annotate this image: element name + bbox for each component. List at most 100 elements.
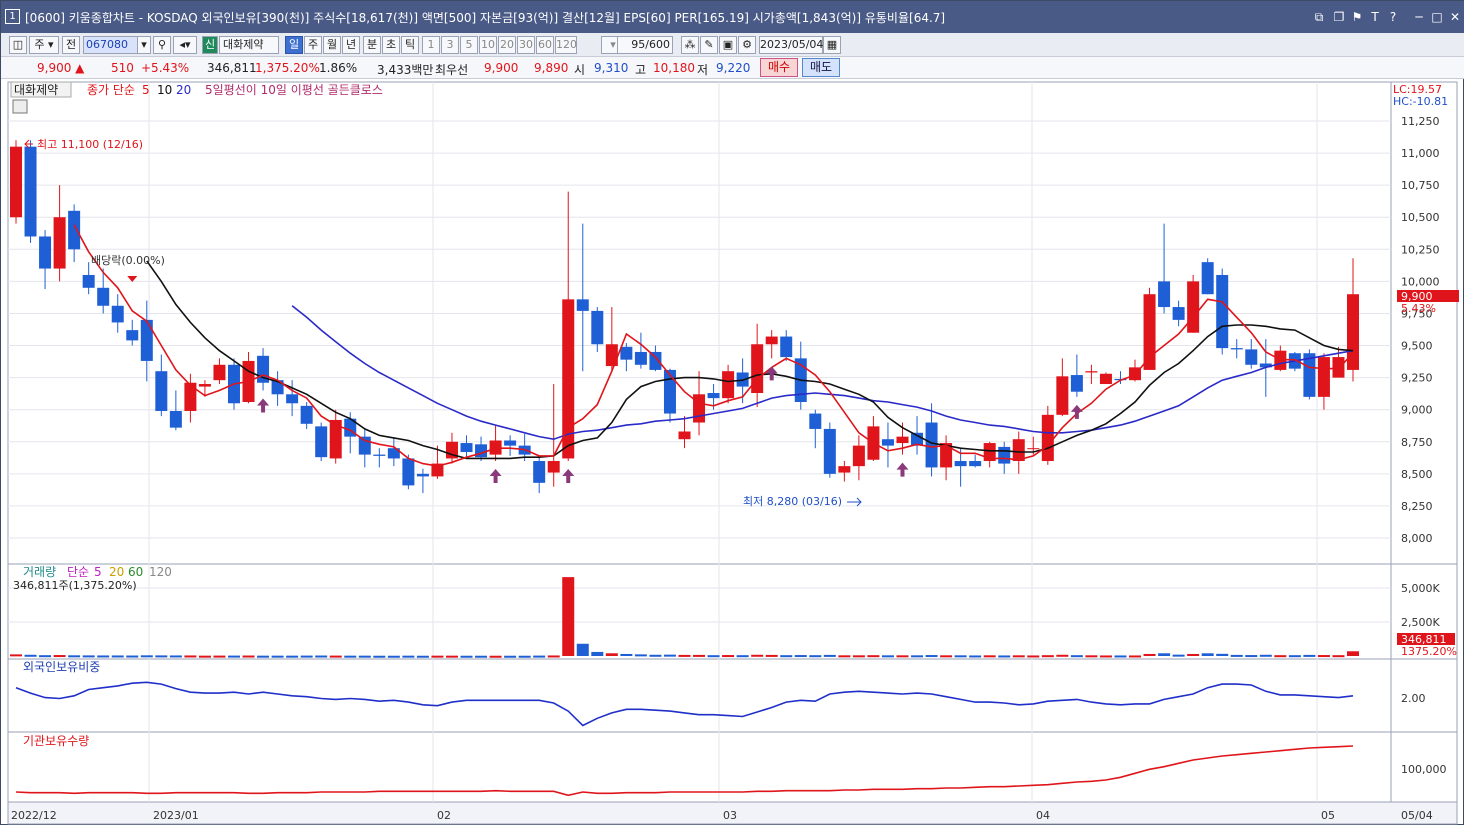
- candle-body: [896, 436, 909, 444]
- table-toggle-icon[interactable]: [12, 99, 28, 114]
- ma-legend-20: 20: [176, 83, 191, 97]
- volume-ma-20: 20: [109, 565, 124, 579]
- volume-bar: [1143, 653, 1156, 656]
- min-60[interactable]: 60: [536, 36, 554, 54]
- volume-bar: [475, 655, 488, 658]
- best-ask: 9,900: [484, 61, 519, 75]
- volume-bar: [1347, 651, 1359, 656]
- tools-icon[interactable]: ✎: [700, 36, 718, 54]
- volume-bar: [867, 655, 880, 658]
- copy-icon[interactable]: ❐: [1331, 9, 1347, 25]
- tab-week[interactable]: 주: [304, 36, 322, 54]
- min-20[interactable]: 20: [498, 36, 516, 54]
- volume-bar: [649, 654, 662, 657]
- candle-body: [184, 382, 197, 411]
- volume-bar: [954, 655, 967, 658]
- current-pct-tag: 5.43%: [1401, 302, 1436, 315]
- volume-bar: [533, 655, 546, 658]
- drop-note: 배당락(0.00%): [91, 254, 165, 267]
- candle-body: [68, 210, 81, 250]
- volume-bar: [300, 655, 313, 658]
- volume-bar: [1027, 655, 1040, 658]
- candle-body: [1012, 439, 1025, 462]
- link-icon[interactable]: ⧉: [1311, 9, 1327, 25]
- search-icon[interactable]: ⚲: [153, 36, 171, 54]
- x-label-03: 03: [723, 809, 737, 822]
- tab-month[interactable]: 월: [323, 36, 341, 54]
- volume-bar: [1099, 655, 1112, 658]
- min-5[interactable]: 5: [460, 36, 478, 54]
- buy-button[interactable]: 매수: [760, 58, 798, 77]
- help-icon[interactable]: ?: [1385, 9, 1401, 25]
- tab-minute[interactable]: 분: [363, 36, 381, 54]
- close-icon[interactable]: ✕: [1447, 9, 1463, 25]
- volume-bar: [198, 655, 211, 658]
- stock-tag[interactable]: 대화제약: [14, 82, 58, 97]
- settings-icon[interactable]: ⚙: [738, 36, 756, 54]
- volume-bar: [387, 655, 400, 658]
- price-change: 510: [111, 61, 134, 75]
- pin-icon[interactable]: ⚑: [1349, 9, 1365, 25]
- sell-button[interactable]: 매도: [802, 58, 840, 77]
- volume-bar: [969, 655, 982, 658]
- x-label-2022-12: 2022/12: [11, 809, 57, 822]
- trade-amount: 3,433백만: [377, 63, 434, 77]
- x-label-right: 05/04: [1401, 809, 1433, 822]
- volume-bar: [445, 655, 458, 658]
- min-10[interactable]: 10: [479, 36, 497, 54]
- layout-icon[interactable]: ◫: [9, 36, 27, 54]
- tab-year[interactable]: 년: [342, 36, 360, 54]
- multi-chart-icon[interactable]: ⁂: [681, 36, 699, 54]
- volume-bar: [126, 655, 139, 658]
- window-title: [0600] 키움종합차트 - KOSDAQ 외국인보유[390(천)] 주식수…: [25, 11, 946, 25]
- volume-bar: [765, 654, 778, 657]
- chart-area[interactable]: 11,25011,00010,75010,50010,25010,0009,75…: [1, 80, 1464, 826]
- volume-bar: [881, 655, 894, 658]
- count-field[interactable]: 95/600: [617, 36, 673, 54]
- high-note: 최고 11,100 (12/16): [37, 138, 143, 151]
- code-input[interactable]: 067080: [83, 36, 139, 54]
- candle-body: [722, 371, 735, 399]
- code-dropdown-icon[interactable]: ▾: [137, 36, 151, 54]
- candle-body: [1085, 371, 1098, 373]
- tab-day[interactable]: 일: [285, 36, 303, 54]
- window-number[interactable]: 1: [5, 9, 20, 24]
- candle-body: [155, 371, 168, 411]
- turnover-rate: 1.86%: [319, 61, 358, 75]
- volume-bar: [722, 655, 735, 658]
- volume-bar: [1245, 655, 1258, 658]
- text-icon[interactable]: T: [1367, 9, 1383, 25]
- ma-legend-5: 5: [142, 83, 150, 97]
- candle-body: [1216, 274, 1229, 349]
- volume-pct-tag: 1375.20%: [1401, 645, 1457, 658]
- min-3[interactable]: 3: [441, 36, 459, 54]
- candle-body: [693, 394, 706, 423]
- volume-bar: [286, 655, 299, 658]
- min-30[interactable]: 30: [517, 36, 535, 54]
- low-note: 최저 8,280 (03/16): [743, 495, 842, 508]
- tab-second[interactable]: 초: [382, 36, 400, 54]
- stock-name-field[interactable]: 대화제약: [219, 36, 279, 54]
- volume-bar: [1332, 655, 1345, 658]
- calendar-icon[interactable]: ▦: [823, 36, 841, 54]
- tab-tick[interactable]: 틱: [401, 36, 419, 54]
- volume-bar: [431, 655, 444, 658]
- low-price: 9,220: [716, 61, 751, 75]
- maximize-icon[interactable]: □: [1429, 9, 1445, 25]
- period-select[interactable]: 주 ▾: [29, 36, 59, 54]
- min-120[interactable]: 120: [555, 36, 577, 54]
- volume-bar: [53, 655, 66, 658]
- min-1[interactable]: 1: [422, 36, 440, 54]
- date-field[interactable]: 2023/05/04: [759, 36, 823, 54]
- volume-bar: [663, 654, 676, 657]
- price-y-tick: 10,500: [1401, 211, 1440, 224]
- candle-body: [634, 351, 647, 365]
- volume-bar: [257, 655, 270, 658]
- speaker-icon[interactable]: ◂▾: [173, 36, 197, 54]
- candle-body: [286, 394, 299, 404]
- prev-button[interactable]: 전: [62, 36, 80, 54]
- candle-body: [1187, 281, 1200, 333]
- candle-body: [823, 428, 836, 474]
- minimize-icon[interactable]: ─: [1411, 9, 1427, 25]
- save-icon[interactable]: ▣: [719, 36, 737, 54]
